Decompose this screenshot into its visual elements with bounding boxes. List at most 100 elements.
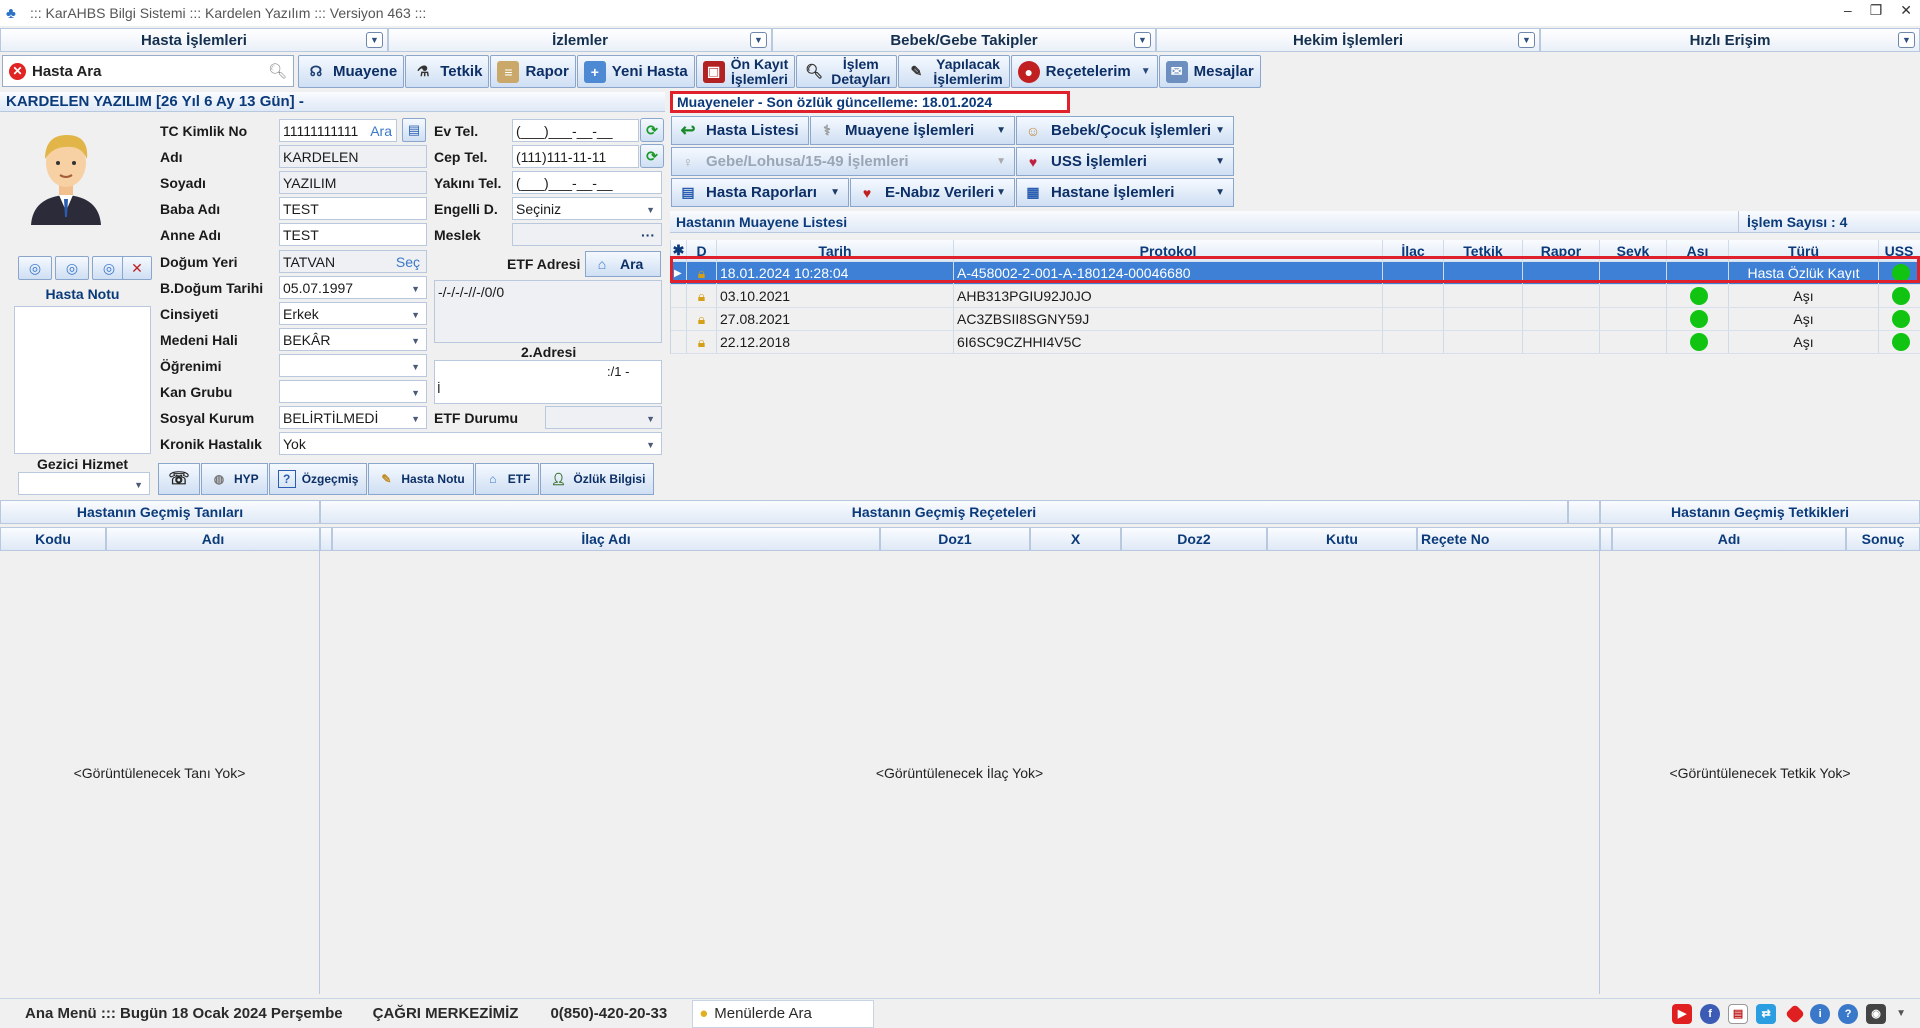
tetkik-col-adi[interactable]: Adı xyxy=(1612,527,1846,551)
hastane-islemleri-button[interactable]: ▦ Hastane İşlemleri ▼ xyxy=(1016,178,1234,207)
tani-col-adi[interactable]: Adı xyxy=(106,527,320,551)
tab-hasta-notu[interactable]: ✎ Hasta Notu xyxy=(368,463,474,495)
help-icon[interactable]: ? xyxy=(1838,1003,1859,1024)
adres-textarea[interactable]: -/-/-/-//-/0/0 xyxy=(434,280,662,343)
recete-col-ilac-adi[interactable]: İlaç Adı xyxy=(332,527,880,551)
kronik-select[interactable]: Yok ▼ xyxy=(279,432,662,455)
yapilacak-islemlerim-button[interactable]: ✎ Yapılacak İşlemlerim xyxy=(898,55,1010,88)
tc-ara-link[interactable]: Ara xyxy=(370,123,392,139)
recete-col-doz1[interactable]: Doz1 xyxy=(880,527,1030,551)
photo-button-3[interactable]: ◎ xyxy=(92,256,126,280)
menu-hasta-islemleri[interactable]: Hasta İşlemleri ▼ xyxy=(0,28,388,52)
menu-izlemler[interactable]: İzlemler ▼ xyxy=(388,28,772,52)
table-row[interactable]: 🔒︎ 03.10.2021 AHB313PGIU92J0JO Aşı xyxy=(671,285,1920,308)
info-icon[interactable]: i xyxy=(1810,1003,1831,1024)
photo-button-1[interactable]: ◎ xyxy=(18,256,52,280)
yakintel-field[interactable]: (___)___-__-__ xyxy=(512,171,662,194)
adi-field[interactable]: KARDELEN xyxy=(279,145,427,168)
gebe-lohusa-button[interactable]: ♀ Gebe/Lohusa/15-49 İşlemleri ▼ xyxy=(671,147,1015,176)
tab-etf[interactable]: ⌂ ETF xyxy=(474,463,540,495)
tc-field[interactable]: 11111111111 Ara xyxy=(279,119,397,142)
facebook-icon[interactable]: f xyxy=(1700,1003,1721,1024)
engelli-select[interactable]: Seçiniz ▼ xyxy=(512,197,662,220)
hasta-raporlari-button[interactable]: ▤ Hasta Raporları ▼ xyxy=(671,178,849,207)
photo-button-2[interactable]: ◎ xyxy=(55,256,89,280)
menu-search-input[interactable]: ● Menülerde Ara xyxy=(692,999,875,1028)
recetelerim-button[interactable]: ● Reçetelerim ▼ xyxy=(1010,55,1158,88)
bebek-cocuk-button[interactable]: ☺ Bebek/Çocuk İşlemleri ▼ xyxy=(1016,116,1234,145)
dogum-yeri-sec-link[interactable]: Seç xyxy=(396,254,420,270)
on-kayit-button[interactable]: ▣ Ön Kayıt İşlemleri xyxy=(695,55,796,88)
chevron-down-icon[interactable]: ▼ xyxy=(366,32,383,48)
tab-ozluk-bilgisi[interactable]: 👤︎ Özlük Bilgisi xyxy=(540,463,655,495)
chevron-down-icon[interactable]: ▼ xyxy=(1896,1008,1906,1019)
patient-search-input[interactable]: ✕ Hasta Ara 🔍︎ xyxy=(2,55,294,87)
ceptel-refresh-button[interactable]: ⟳ xyxy=(640,144,664,168)
recete-col-doz2[interactable]: Doz2 xyxy=(1121,527,1267,551)
recete-col-no[interactable]: Reçete No xyxy=(1417,527,1600,551)
hasta-notu-textarea[interactable] xyxy=(14,306,151,454)
yeni-hasta-button[interactable]: + Yeni Hasta xyxy=(576,55,695,88)
menu-bebek-gebe[interactable]: Bebek/Gebe Takipler ▼ xyxy=(772,28,1156,52)
muayene-islemleri-button[interactable]: ⚕ Muayene İşlemleri ▼ xyxy=(810,116,1015,145)
tab-ozgecmis[interactable]: ? Özgeçmiş xyxy=(268,463,368,495)
close-button[interactable]: ✕ xyxy=(1900,2,1912,19)
recete-col-x[interactable]: X xyxy=(1030,527,1121,551)
hasta-listesi-button[interactable]: ↩ Hasta Listesi xyxy=(671,116,809,145)
baba-field[interactable]: TEST xyxy=(279,197,427,220)
tab-hyp[interactable]: ◍ HYP xyxy=(201,463,268,495)
ceptel-field[interactable]: (111)111-11-11 xyxy=(512,145,639,168)
button-label: İşlem Detayları xyxy=(831,56,890,87)
photo-delete-button[interactable]: ✕ xyxy=(122,256,152,280)
adres2-textarea[interactable]: :/1 - İ xyxy=(434,360,662,404)
document-icon[interactable]: ▤ xyxy=(1728,1003,1749,1024)
uss-islemleri-button[interactable]: ♥ USS İşlemleri ▼ xyxy=(1016,147,1234,176)
dogum-yeri-field[interactable]: TATVAN Seç xyxy=(279,250,427,273)
gezici-hizmet-select[interactable]: ▼ xyxy=(18,472,150,495)
row-ilac xyxy=(1383,331,1444,353)
phone-tab[interactable]: ☏ xyxy=(158,463,200,495)
pregnancy-icon: ♀ xyxy=(682,153,694,170)
recete-col-kutu[interactable]: Kutu xyxy=(1267,527,1417,551)
etf-ara-button[interactable]: ⌂ Ara xyxy=(585,251,661,277)
evtel-refresh-button[interactable]: ⟳ xyxy=(640,118,664,142)
dogum-tarihi-field[interactable]: 05.07.1997 ▼ xyxy=(279,276,427,299)
chevron-down-icon[interactable]: ▼ xyxy=(1518,32,1535,48)
table-row[interactable]: 🔒︎ 22.12.2018 6I6SC9CZHHI4V5C Aşı xyxy=(671,331,1920,354)
mesajlar-button[interactable]: ✉ Mesajlar xyxy=(1158,55,1261,88)
cinsiyet-select[interactable]: Erkek ▼ xyxy=(279,302,427,325)
teamviewer-icon[interactable]: ⇄ xyxy=(1756,1003,1777,1024)
anydesk-icon[interactable] xyxy=(1785,1003,1805,1024)
maximize-button[interactable]: ❐ xyxy=(1870,2,1883,19)
anne-field[interactable]: TEST xyxy=(279,223,427,246)
chevron-down-icon[interactable]: ▼ xyxy=(1898,32,1915,48)
chevron-down-icon[interactable]: ▼ xyxy=(1141,66,1151,77)
menu-hizli-erisim[interactable]: Hızlı Erişim ▼ xyxy=(1540,28,1920,52)
meslek-more-button[interactable]: ··· xyxy=(641,227,655,243)
search-icon[interactable]: 🔍︎ xyxy=(268,62,287,80)
clear-icon[interactable]: ✕ xyxy=(9,62,26,80)
youtube-icon[interactable]: ▶ xyxy=(1672,1003,1693,1024)
evtel-field[interactable]: (___)___-__-__ xyxy=(512,119,639,142)
medeni-select[interactable]: BEKÂR ▼ xyxy=(279,328,427,351)
islem-detaylari-button[interactable]: 🔍︎ İşlem Detayları xyxy=(796,55,898,88)
tetkik-col-sonuc[interactable]: Sonuç xyxy=(1846,527,1920,551)
ogrenim-select[interactable]: ▼ xyxy=(279,354,427,377)
sosyal-select[interactable]: BELİRTİLMEDİ ▼ xyxy=(279,406,427,429)
rapor-button[interactable]: ≡ Rapor xyxy=(490,55,576,88)
camera-icon[interactable]: ◉ xyxy=(1866,1003,1887,1024)
minimize-button[interactable]: – xyxy=(1844,2,1852,19)
table-row[interactable]: 🔒︎ 27.08.2021 AC3ZBSII8SGNY59J Aşı xyxy=(671,308,1920,331)
muayene-button[interactable]: ☊ Muayene xyxy=(298,55,405,88)
menu-hekim-islemleri[interactable]: Hekim İşlemleri ▼ xyxy=(1156,28,1540,52)
chevron-down-icon[interactable]: ▼ xyxy=(750,32,767,48)
enabiz-button[interactable]: ♥ E-Nabız Verileri ▼ xyxy=(850,178,1015,207)
chevron-down-icon[interactable]: ▼ xyxy=(1134,32,1151,48)
kan-select[interactable]: ▼ xyxy=(279,380,427,403)
etf-durum-select[interactable]: ▼ xyxy=(545,406,662,429)
meslek-field[interactable]: ··· xyxy=(512,223,662,246)
tani-col-kodu[interactable]: Kodu xyxy=(0,527,106,551)
soyadi-field[interactable]: YAZILIM xyxy=(279,171,427,194)
tc-query-button[interactable]: ▤ xyxy=(402,118,426,142)
tetkik-button[interactable]: ⚗ Tetkik xyxy=(405,55,490,88)
